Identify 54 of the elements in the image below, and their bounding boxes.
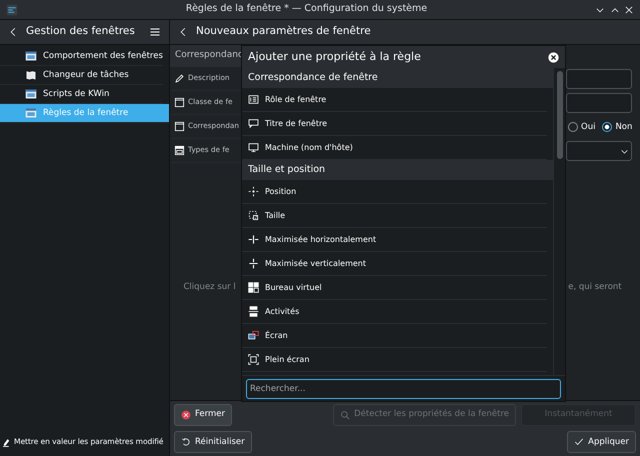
sidebar-item[interactable]: Changeur de tâches [0,66,163,86]
dialog-title: Ajouter une propriété à la règle [248,48,421,65]
page-title: Nouveaux paramètres de fenêtre [196,24,371,40]
menu-icon [149,26,161,38]
property-item[interactable]: Maximisée verticalement [242,252,547,276]
radio-option[interactable]: Non [602,120,632,134]
hint-text: Cliquez sur l [182,281,237,294]
monitor-icon [248,142,259,153]
close-icon [624,4,634,14]
pencil-icon [174,73,185,84]
search-field[interactable]: Rechercher... [246,379,561,399]
two-screens-icon [248,330,259,341]
property-item[interactable]: Activités [242,300,547,324]
property-item[interactable]: Taille [242,204,547,228]
search-icon [340,410,350,420]
back-icon [8,26,18,38]
property-item[interactable]: Position [242,180,547,204]
property-item[interactable]: Maximisée horizontalement [242,228,547,252]
list-icon [248,94,259,105]
hint-text: e, qui seront [567,281,623,294]
move-arrows-icon [248,186,259,197]
property-item[interactable]: Écran [242,324,547,348]
text-field[interactable] [566,69,632,89]
grid-icon [248,282,259,293]
horizontal-arrows-icon [248,234,259,245]
property-item[interactable]: Rôle de fenêtre [242,88,547,112]
section-heading: Correspondanc [170,45,241,67]
vertical-arrows-icon [248,258,259,269]
group-heading: Taille et position [242,160,553,180]
fullscreen-icon [248,354,259,365]
text-field[interactable] [566,93,632,113]
undo-icon [181,437,191,448]
speech-box-icon [248,118,259,129]
scrollbar-thumb[interactable] [557,71,563,159]
close-button[interactable]: Fermer [174,404,232,426]
close-icon [548,52,559,62]
back-icon [178,26,188,38]
property-item[interactable]: Plein écran [242,348,547,372]
resize-icon [248,210,259,221]
group-heading: Correspondance de fenêtre [242,68,553,88]
radio-option[interactable]: Oui [568,120,596,134]
dropdown-field[interactable] [566,141,632,161]
checkmark-icon [574,437,584,448]
property-item[interactable]: Titre de fenêtre [242,112,547,136]
app-icon [6,4,18,16]
sidebar-title: Gestion des fenêtres [26,24,136,40]
reset-button[interactable]: Réinitialiser [174,431,252,454]
stacked-bars-icon [248,306,259,317]
window-title: Règles de la fenêtre * — Configuration du système [184,2,428,16]
sidebar-item[interactable]: Comportement des fenêtres [0,47,163,66]
property-item[interactable]: Bureau virtuel [242,276,547,300]
pen-icon [2,436,11,448]
close-circle-icon [181,410,191,420]
apply-button[interactable]: Appliquer [567,431,636,454]
